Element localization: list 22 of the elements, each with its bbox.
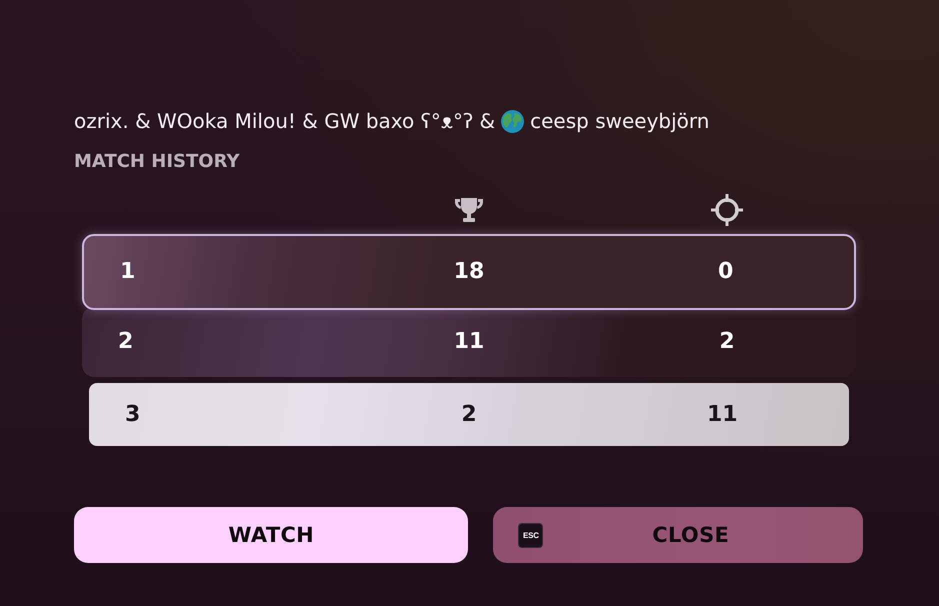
table-cell: 2 <box>118 328 134 356</box>
table-cell: 11 <box>454 328 484 356</box>
esc-key-icon: ESC <box>519 524 542 546</box>
table-cell: 11 <box>707 400 738 428</box>
match-row[interactable]: 3 2 11 <box>89 383 849 446</box>
match-row[interactable]: 2 11 2 <box>82 307 856 377</box>
table-cell: 3 <box>125 400 140 428</box>
watch-button[interactable]: WATCH <box>74 507 468 563</box>
player-names: ozrix. & WOoka Milou! & GW baxo ʕ°ᴥ°ʔ & <box>74 108 496 135</box>
trophy-icon <box>454 197 484 223</box>
table-cell: 0 <box>718 258 734 286</box>
table-cell: 1 <box>120 258 136 286</box>
close-button[interactable]: ESC CLOSE <box>493 507 863 563</box>
player-name: ceesp sweeybjörn <box>530 108 710 135</box>
table-cell: 18 <box>454 258 484 286</box>
crosshair-icon <box>711 194 743 226</box>
table-cell: 2 <box>719 328 735 356</box>
close-label: CLOSE <box>651 523 730 547</box>
match-row[interactable]: 1 18 0 <box>82 234 856 310</box>
globe-icon <box>501 110 524 132</box>
table-cell: 2 <box>461 400 477 428</box>
section-title: MATCH HISTORY <box>74 150 240 174</box>
